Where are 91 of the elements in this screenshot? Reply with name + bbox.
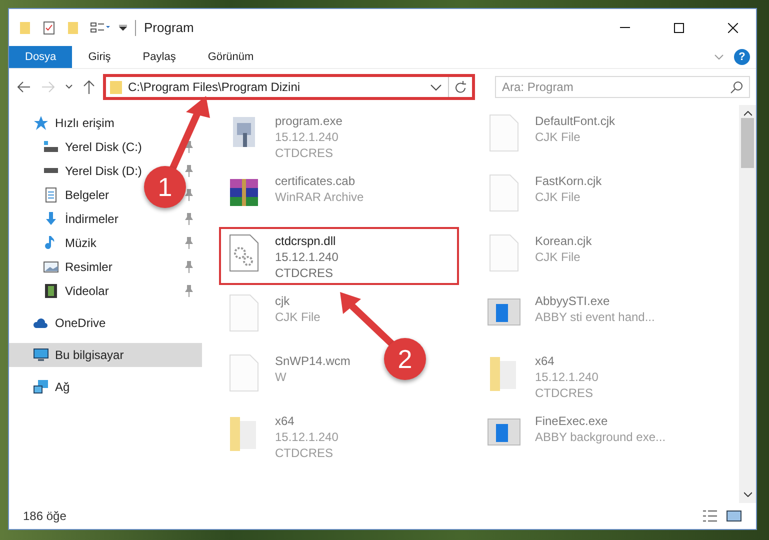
item-count: 186 öğe: [23, 509, 66, 523]
close-icon: [728, 22, 738, 32]
scroll-down-icon[interactable]: [744, 492, 752, 497]
file-name[interactable]: AbbyySTI.exe: [535, 293, 655, 309]
file-name[interactable]: x64: [535, 353, 598, 369]
sidebar-item[interactable]: İndirmeler: [65, 212, 118, 226]
file-detail: CTDCRES: [535, 385, 594, 401]
film-icon: [43, 283, 59, 299]
file-detail: ABBY background exe...: [535, 429, 666, 445]
file-detail: CJK File: [535, 189, 582, 205]
ribbon-tab[interactable]: Paylaş: [126, 46, 192, 68]
sidebar-item[interactable]: OneDrive: [9, 311, 202, 335]
blank-file-icon: [487, 173, 521, 213]
scrollbar[interactable]: [739, 105, 756, 503]
ribbon-tab[interactable]: Dosya: [9, 46, 72, 68]
large-icons-view-icon[interactable]: [726, 508, 742, 524]
file-name[interactable]: cjk: [275, 293, 320, 309]
pin-icon: [184, 237, 194, 249]
sidebar-item[interactable]: Hızlı erişim: [9, 111, 202, 135]
window-title: Program: [144, 20, 194, 35]
file-name[interactable]: x64: [275, 413, 338, 429]
recent-dropdown[interactable]: [63, 84, 75, 90]
ribbon-tab[interactable]: Giriş: [72, 46, 127, 68]
pin-icon: [184, 165, 194, 177]
file-detail: CTDCRES: [275, 145, 334, 161]
picture-icon: [43, 259, 59, 275]
file-detail: CTDCRES: [275, 265, 334, 281]
minimize-icon: [620, 27, 630, 28]
file-detail: 15.12.1.240: [275, 429, 338, 445]
sidebar-item[interactable]: Bu bilgisayar: [9, 343, 202, 367]
details-view-icon[interactable]: [702, 508, 718, 524]
file-detail: 15.12.1.240: [535, 369, 598, 385]
pin-icon: [184, 141, 194, 153]
chevron-down-icon[interactable]: [430, 84, 442, 90]
scroll-up-icon[interactable]: [744, 111, 752, 116]
file-detail: ABBY sti event hand...: [535, 309, 655, 325]
file-detail: CJK File: [275, 309, 320, 325]
file-name[interactable]: FastKorn.cjk: [535, 173, 602, 189]
file-detail: 15.12.1.240: [275, 129, 340, 145]
sidebar-item[interactable]: Videolar: [65, 284, 109, 298]
customize-icon: [89, 20, 111, 36]
file-name[interactable]: ctdcrspn.dll: [275, 233, 338, 249]
sidebar-item[interactable]: Resimler: [65, 260, 112, 274]
blank-file-icon: [487, 233, 521, 273]
monitor-icon: [33, 347, 49, 363]
file-detail: W: [275, 369, 288, 385]
search-field[interactable]: Ara: Program: [495, 76, 750, 98]
file-detail: CJK File: [535, 249, 582, 265]
file-name[interactable]: DefaultFont.cjk: [535, 113, 616, 129]
sidebar-item[interactable]: Ağ: [9, 375, 202, 399]
file-detail: CJK File: [535, 129, 582, 145]
sidebar-item[interactable]: Yerel Disk (C:): [65, 140, 142, 154]
properties-icon: [41, 20, 57, 36]
file-name[interactable]: FineExec.exe: [535, 413, 666, 429]
file-name[interactable]: program.exe: [275, 113, 342, 129]
document-icon: [43, 187, 59, 203]
drive-icon: [43, 168, 59, 174]
caret-icon[interactable]: [119, 24, 127, 30]
pin-icon: [184, 261, 194, 273]
file-detail: WinRAR Archive: [275, 189, 364, 205]
address-field[interactable]: C:\Program Files\Program Dizini: [103, 74, 475, 100]
drive-icon: [43, 141, 59, 153]
file-name[interactable]: SnWP14.wcm: [275, 353, 350, 369]
file-detail: 15.12.1.240: [275, 249, 338, 265]
pointer-arrow: [340, 292, 394, 347]
new-folder-icon: [65, 20, 81, 36]
help-icon[interactable]: ?: [734, 49, 750, 65]
pin-icon: [184, 213, 194, 225]
download-icon: [43, 211, 59, 227]
scrollbar-thumb[interactable]: [741, 118, 754, 168]
blank-file-icon: [227, 293, 261, 333]
blank-file-icon: [227, 353, 261, 393]
up-button[interactable]: [81, 80, 97, 94]
folder-icon: [17, 20, 33, 36]
blank-file-icon: [487, 113, 521, 153]
sidebar-item[interactable]: Yerel Disk (D:): [65, 164, 142, 178]
gear-file-icon: [227, 233, 261, 273]
network-icon: [33, 379, 49, 395]
maximize-icon: [674, 22, 684, 32]
search-icon: [730, 80, 744, 94]
sidebar-item[interactable]: Müzik: [65, 236, 96, 250]
star-icon: [33, 115, 49, 131]
sidebar-item[interactable]: Belgeler: [65, 188, 110, 202]
ribbon-tab[interactable]: Görünüm: [192, 46, 270, 68]
back-button[interactable]: [15, 81, 33, 93]
file-detail: CTDCRES: [275, 445, 334, 461]
file-name[interactable]: Korean.cjk: [535, 233, 592, 249]
pin-icon: [184, 285, 194, 297]
file-name[interactable]: certificates.cab: [275, 173, 364, 189]
pin-icon: [184, 189, 194, 201]
folder-icon: [110, 80, 122, 94]
